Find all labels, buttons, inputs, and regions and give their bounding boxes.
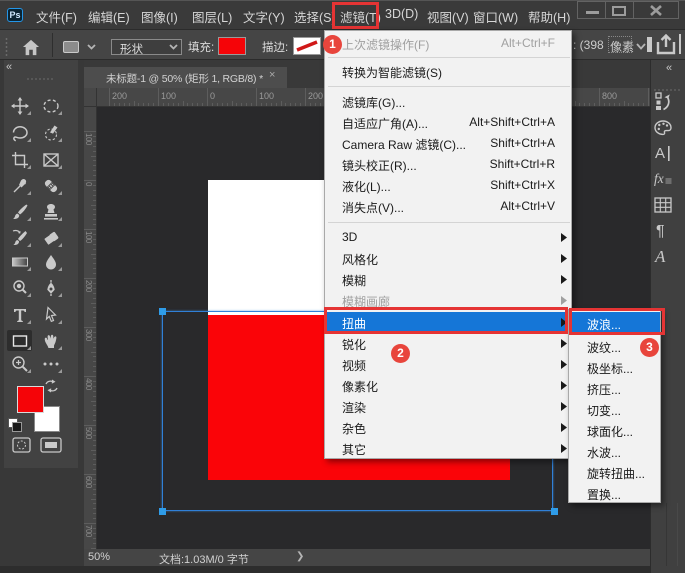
- svg-text:A: A: [654, 247, 666, 266]
- svg-text:A: A: [655, 145, 665, 162]
- svg-text:fx: fx: [654, 171, 664, 186]
- svg-text:¶: ¶: [656, 223, 665, 240]
